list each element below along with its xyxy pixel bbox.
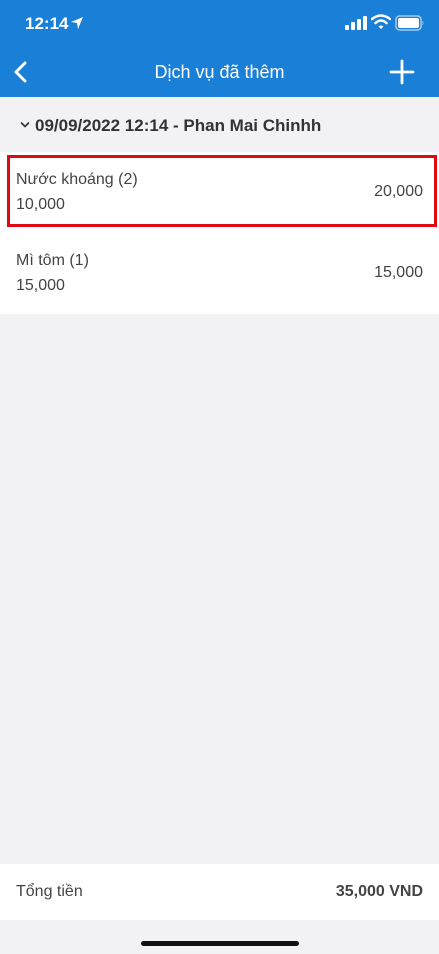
- location-arrow-icon: [71, 17, 83, 29]
- chevron-down-icon[interactable]: [20, 121, 30, 129]
- service-item-mi-tom[interactable]: Mì tôm (1) 15,000 15,000: [0, 233, 439, 314]
- total-value: 35,000 VND: [335, 883, 423, 900]
- nav-bar: Dịch vụ đã thêm: [0, 46, 439, 97]
- service-item-nuoc-khoang[interactable]: Nước khoáng (2) 10,000 20,000: [0, 152, 439, 233]
- service-total: 15,000: [374, 264, 423, 281]
- cellular-signal-icon: [345, 16, 367, 30]
- service-name: Nước khoáng (2): [16, 171, 138, 188]
- group-title: 09/09/2022 12:14 - Phan Mai Chinhh: [35, 116, 322, 135]
- home-indicator: [141, 941, 299, 946]
- service-total: 20,000: [374, 183, 423, 200]
- add-plus-icon[interactable]: [388, 58, 416, 86]
- wifi-icon: [371, 14, 391, 29]
- total-label: Tổng tiền: [16, 883, 83, 900]
- status-bar: 12:14: [0, 0, 439, 46]
- service-unit-price: 15,000: [16, 277, 65, 294]
- app-header: 12:14 Dịch vụ đã thêm: [0, 0, 439, 97]
- page-title: Dịch vụ đã thêm: [154, 62, 285, 82]
- service-unit-price: 10,000: [16, 196, 65, 213]
- service-name: Mì tôm (1): [16, 252, 89, 269]
- total-footer: Tổng tiền 35,000 VND: [0, 864, 439, 920]
- battery-icon: [395, 15, 424, 31]
- service-list: Nước khoáng (2) 10,000 20,000 Mì tôm (1)…: [0, 152, 439, 314]
- status-time: 12:14: [25, 14, 69, 33]
